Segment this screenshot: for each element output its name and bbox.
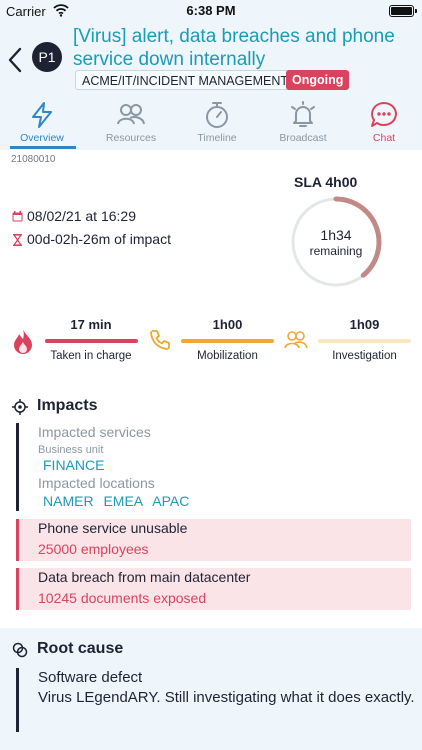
step-value: 1h09 xyxy=(349,317,380,332)
location-tag[interactable]: APAC xyxy=(152,493,189,509)
impact-card[interactable]: Data breach from main datacenter 10245 d… xyxy=(16,568,411,610)
chat-bubble-icon xyxy=(371,102,397,127)
battery-icon xyxy=(389,5,417,17)
people-icon xyxy=(284,331,308,349)
step-value: 1h00 xyxy=(212,317,243,332)
tab-label: Timeline xyxy=(197,132,237,144)
business-unit-label: Business unit xyxy=(38,444,104,456)
step-bar-taken-in-charge xyxy=(45,339,138,343)
impact-card-detail: 25000 employees xyxy=(38,541,149,557)
tab-broadcast[interactable]: Broadcast xyxy=(263,100,343,148)
root-cause-text: Software defect Virus LEgendARY. Still i… xyxy=(38,668,418,708)
status-badge: Ongoing xyxy=(286,70,350,90)
step-label: Mobilization xyxy=(197,350,258,362)
root-cause-line: Virus LEgendARY. Still investigating wha… xyxy=(38,689,415,706)
hourglass-icon xyxy=(13,234,22,246)
business-unit-list: FINANCE xyxy=(43,457,110,473)
tab-label: Resources xyxy=(105,132,157,144)
impacts-title: Impacts xyxy=(37,397,98,414)
impact-duration: 00d-02h-26m of impact xyxy=(27,231,171,247)
tab-chat[interactable]: Chat xyxy=(344,100,422,148)
chevron-left-icon xyxy=(8,47,22,73)
clock: 6:38 PM xyxy=(186,3,236,18)
linked-circles-icon xyxy=(12,642,28,658)
step-bar-mobilization xyxy=(181,339,274,343)
impacted-locations-heading: Impacted locations xyxy=(38,475,155,491)
sla-remaining-label: remaining xyxy=(309,244,363,258)
tab-bar: Overview Resources Timeline Broadcast Ch… xyxy=(0,100,422,148)
phone-icon xyxy=(150,330,170,350)
business-unit-tag[interactable]: FINANCE xyxy=(43,457,104,473)
root-cause-line: Software defect xyxy=(38,669,143,686)
bell-icon xyxy=(291,101,315,127)
step-value: 17 min xyxy=(70,317,112,332)
location-list: NAMER EMEA APAC xyxy=(43,493,195,509)
impact-card[interactable]: Phone service unusable 25000 employees xyxy=(16,519,411,561)
root-cause-body: Software defect Virus LEgendARY. Still i… xyxy=(16,668,415,732)
step-bar-investigation xyxy=(318,339,411,343)
step-label: Taken in charge xyxy=(50,350,132,362)
impacted-scope: Impacted services Business unit FINANCE … xyxy=(16,423,411,511)
root-cause-title: Root cause xyxy=(37,640,124,657)
people-icon xyxy=(117,104,145,125)
lightning-icon xyxy=(32,102,52,128)
tab-label: Chat xyxy=(372,132,396,144)
incident-id: 21080010 xyxy=(11,154,56,165)
location-tag[interactable]: NAMER xyxy=(43,493,94,509)
impact-card-detail: 10245 documents exposed xyxy=(38,590,207,606)
tab-label: Broadcast xyxy=(279,132,327,144)
status-bar: Carrier 6:38 PM xyxy=(0,0,422,22)
resolution-steps: 17 min Taken in charge 1h00 Mobilization… xyxy=(0,312,422,368)
sla-remaining-time: 1h34 xyxy=(320,227,352,243)
sla-label: SLA 4h00 xyxy=(294,174,358,190)
impact-card-title: Data breach from main datacenter xyxy=(38,569,251,585)
tab-overview[interactable]: Overview xyxy=(2,100,82,148)
tab-label: Overview xyxy=(20,132,64,144)
location-tag[interactable]: EMEA xyxy=(103,493,143,509)
crosshair-icon xyxy=(12,399,28,415)
start-date: 08/02/21 at 16:29 xyxy=(27,208,136,224)
back-button[interactable] xyxy=(6,46,26,74)
impact-card-title: Phone service unusable xyxy=(38,520,188,536)
priority-badge: P1 xyxy=(32,42,62,72)
calendar-icon xyxy=(12,211,23,222)
stopwatch-icon xyxy=(206,102,228,128)
tab-resources[interactable]: Resources xyxy=(91,100,171,148)
incident-header: P1 [Virus] alert, data breaches and phon… xyxy=(0,22,422,150)
impacted-services-heading: Impacted services xyxy=(38,424,151,440)
incident-title: [Virus] alert, data breaches and phone s… xyxy=(73,26,395,70)
tab-timeline[interactable]: Timeline xyxy=(177,100,257,148)
active-tab-indicator xyxy=(10,146,76,149)
flame-icon xyxy=(14,329,32,354)
root-cause-section: Root cause Software defect Virus LEgendA… xyxy=(0,628,422,750)
step-label: Investigation xyxy=(332,350,397,362)
category-tag: ACME/IT/INCIDENT MANAGEMENT xyxy=(75,70,296,90)
